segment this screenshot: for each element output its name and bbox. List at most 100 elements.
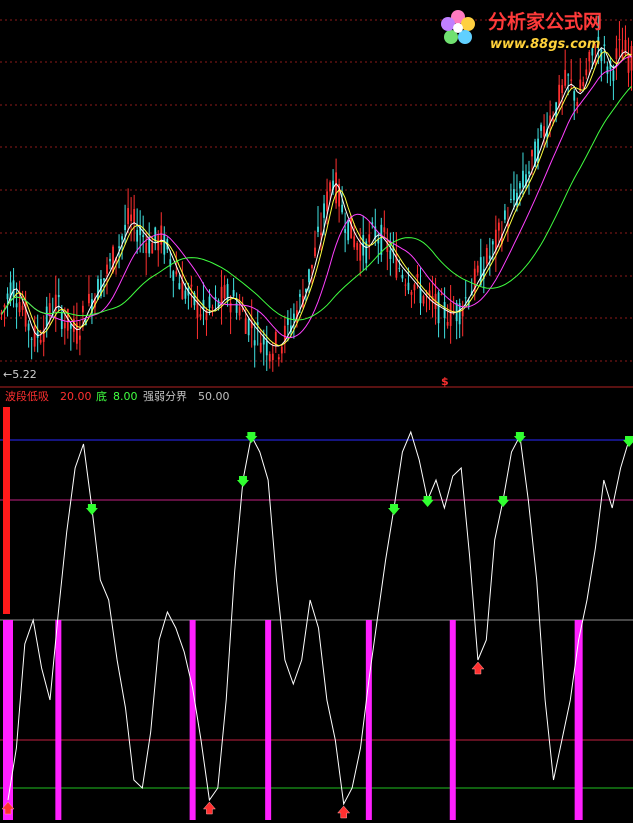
candle-body [630,46,633,71]
candle-body [232,289,235,297]
candle-body [383,227,386,233]
bottom-zone-bar [189,620,196,820]
candle-body [567,74,570,76]
candle-body [347,219,350,241]
candle-body [618,38,621,41]
candle-body [624,39,627,55]
bottom-zone-bar [449,620,456,820]
candle-body [485,248,488,264]
sell-arrow-icon [236,476,249,487]
candle-body [401,274,404,279]
sell-arrow-icon [623,436,633,447]
legend-name-divide: 强弱分界 [143,390,187,403]
candle-body [449,302,452,326]
candle-body [223,285,226,299]
legend-value-divide: 50.00 [198,390,230,403]
bottom-zone-bar [3,620,13,820]
candle-body [45,306,48,327]
buy-arrow-icon [202,801,216,815]
candle-body [3,305,6,308]
bottom-zone-bar [574,620,583,820]
candle-body [27,323,30,331]
indicator-series-line [7,430,630,806]
candle-body [410,291,413,295]
candle-body [368,234,371,243]
candle-body [615,48,618,60]
sell-arrow-icon [513,432,526,443]
candle-body [88,293,90,304]
candle-body [513,189,515,201]
candle-body [247,318,250,336]
candle-body [106,264,108,274]
candle-body [461,310,464,317]
candle-body [103,278,105,281]
candle-body [136,230,139,242]
candle-body [12,280,15,297]
candle-body [127,208,130,225]
candle-body [184,290,187,299]
candle-body [353,236,356,248]
candle-body [292,313,295,320]
candle-body [253,340,256,346]
candle-body [78,335,81,340]
candle-body [570,79,573,81]
candle-body [244,318,247,334]
candle-body [335,172,337,204]
candle-body [72,318,75,332]
moving-average-line-2 [1,56,632,339]
candle-body [561,85,564,93]
candle-body [494,229,497,251]
candle-body [573,91,576,101]
candle-body [208,296,211,308]
buy-arrow-icon [471,661,485,675]
candle-body [81,305,84,313]
signal-marker: $ [441,375,449,388]
candle-body [588,51,591,62]
candle-body [175,271,178,275]
candle-body [528,171,530,174]
candle-body [238,306,241,316]
candle-body [157,235,160,251]
candle-body [24,300,27,327]
indicator-bottom-bars [3,620,583,820]
candle-body [359,243,362,261]
candle-body [199,314,202,317]
legend-value-bottom: 8.00 [113,390,138,403]
candle-body [271,353,274,361]
candle-body [142,235,145,238]
legend-name-bottom: 底 [96,389,107,403]
buy-arrow-icon [337,805,351,819]
candle-body [497,222,500,231]
candle-body [389,250,392,259]
chart-canvas: ←5.22 $ 波段低吸 20.00 底 8.00 强弱分界 50.00 分析家… [0,10,633,820]
candle-body [133,209,136,224]
candle-body [15,303,18,308]
candle-body [57,294,60,298]
candle-body [109,258,111,262]
indicator-legend: 波段低吸 20.00 底 8.00 强弱分界 50.00 [5,389,230,403]
flower-icon [441,10,475,44]
candle-body [121,236,123,240]
candle-body [97,279,99,300]
candle-body [612,70,615,81]
candle-body [380,224,383,255]
candle-body [476,265,479,273]
candle-body [356,242,359,250]
candle-body [112,246,114,273]
sell-arrow-icon [388,504,401,515]
candle-body [265,340,268,356]
candle-body [320,232,322,236]
candle-body [308,269,310,283]
candle-body [151,242,154,254]
candle-body [522,170,524,188]
candle-body [190,284,193,287]
bottom-zone-bar [265,620,272,820]
candle-body [323,203,325,218]
candle-body [464,297,467,299]
candle-body [606,66,609,74]
sell-arrow-icon [85,504,98,515]
candle-body [488,255,491,259]
candle-body [172,271,175,281]
candle-body [268,354,271,362]
sell-arrow-icon [497,496,510,507]
